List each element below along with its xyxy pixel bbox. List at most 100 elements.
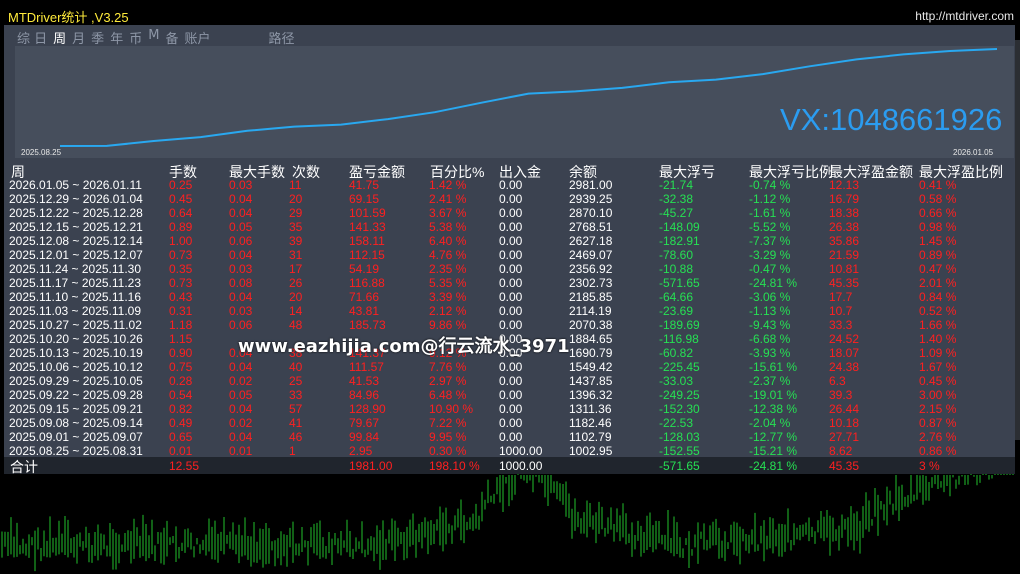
table-cell: 46: [289, 430, 303, 444]
table-cell: 2981.00: [569, 178, 613, 192]
table-row[interactable]: 2025.12.15 ~ 2025.12.21 0.89 0.05 35 141.33 5…: [9, 220, 1015, 234]
table-row[interactable]: 2025.12.29 ~ 2026.01.04 0.45 0.04 20 69.15 2.…: [9, 192, 1015, 206]
total-cell: -24.81 %: [749, 459, 798, 473]
table-cell: 0.45: [169, 192, 193, 206]
tab-m[interactable]: M: [147, 28, 160, 46]
table-cell: 35.86: [829, 234, 860, 248]
table-cell: -7.37 %: [749, 234, 791, 248]
weekly-stats-table: 周手数 最大手数 次数 盈亏金额 百分比% 出入金 余额 最大浮亏 最大浮亏比例 最大浮盈金额 最大…: [9, 162, 1015, 458]
table-row[interactable]: 2025.10.06 ~ 2025.10.12 0.75 0.04 40 111.57 7…: [9, 360, 1015, 374]
table-cell: 2.41 %: [429, 192, 467, 206]
table-cell: -128.03: [659, 430, 700, 444]
table-cell: 1.00: [169, 234, 193, 248]
table-cell: 2025.12.08 ~ 2025.12.14: [9, 234, 143, 248]
table-cell: 6.48 %: [429, 388, 467, 402]
table-cell: 0.84 %: [919, 290, 957, 304]
table-cell: 1002.95: [569, 444, 613, 458]
total-cell: 1000.00: [499, 459, 543, 473]
table-cell: 1102.79: [569, 430, 612, 444]
table-cell: 2.15 %: [919, 402, 957, 416]
table-cell: 1.67 %: [919, 360, 957, 374]
table-cell: 6.3: [829, 374, 846, 388]
table-cell: 0.00: [499, 402, 523, 416]
table-row[interactable]: 2025.09.08 ~ 2025.09.14 0.49 0.02 41 79.67 7.…: [9, 416, 1015, 430]
app-title: MTDriver统计 ,V3.25: [8, 10, 129, 25]
table-cell: 2.76 %: [919, 430, 957, 444]
table-cell: 0.06: [229, 234, 253, 248]
tab-path[interactable]: 路径: [267, 28, 295, 47]
table-cell: 35: [289, 220, 303, 234]
table-cell: 0.64: [169, 206, 193, 220]
table-cell: 0.73: [169, 276, 193, 290]
tab-year[interactable]: 年: [109, 28, 124, 47]
table-cell: 0.04: [229, 206, 253, 220]
table-row[interactable]: 2025.09.01 ~ 2025.09.07 0.65 0.04 46 99.84 9.…: [9, 430, 1015, 444]
table-cell: 2025.12.01 ~ 2025.12.07: [9, 248, 143, 262]
scrollbar-strip[interactable]: [1015, 40, 1020, 440]
tab-currency[interactable]: 币: [128, 28, 143, 47]
table-row[interactable]: 2025.09.15 ~ 2025.09.21 0.82 0.04 57 128.90 1…: [9, 402, 1015, 416]
table-cell: 3.00 %: [919, 388, 957, 402]
table-cell: -148.09: [659, 220, 700, 234]
table-row[interactable]: 2025.11.17 ~ 2025.11.23 0.73 0.08 26 116.88 5…: [9, 276, 1015, 290]
table-cell: 41: [289, 416, 303, 430]
table-cell: 2025.12.15 ~ 2025.12.21: [9, 220, 143, 234]
table-row[interactable]: 2025.12.22 ~ 2025.12.28 0.64 0.04 29 101.59 3…: [9, 206, 1015, 220]
table-cell: 0.05: [229, 388, 253, 402]
table-row[interactable]: 2025.09.22 ~ 2025.09.28 0.54 0.05 33 84.96 6.…: [9, 388, 1015, 402]
table-cell: 12.13: [829, 178, 860, 192]
table-cell: 0.45 %: [919, 374, 957, 388]
table-row[interactable]: 2025.11.03 ~ 2025.11.09 0.31 0.03 14 43.81 2.…: [9, 304, 1015, 318]
table-cell: 0.47 %: [919, 262, 957, 276]
table-cell: -10.88: [659, 262, 694, 276]
table-cell: 3.39 %: [429, 290, 467, 304]
tab-week[interactable]: 周: [52, 28, 67, 47]
table-row[interactable]: 2025.09.29 ~ 2025.10.05 0.28 0.02 25 41.53 2.…: [9, 374, 1015, 388]
table-row[interactable]: 2025.11.24 ~ 2025.11.30 0.35 0.03 17 54.19 2.…: [9, 262, 1015, 276]
table-cell: 0.52 %: [919, 304, 957, 318]
total-row: 合计 12.55 1981.00 198.10 % 1000.00 -571.65 -24.…: [4, 457, 1015, 475]
table-cell: 185.73: [349, 318, 386, 332]
tab-quarter[interactable]: 季: [90, 28, 105, 47]
table-cell: 0.00: [499, 374, 523, 388]
table-cell: -9.43 %: [749, 318, 791, 332]
table-row[interactable]: 2026.01.05 ~ 2026.01.11 0.25 0.03 11 41.75 1.…: [9, 178, 1015, 192]
table-cell: 2025.09.22 ~ 2025.09.28: [9, 388, 143, 402]
table-row[interactable]: 2025.12.08 ~ 2025.12.14 1.00 0.06 39 158.11 6…: [9, 234, 1015, 248]
table-row[interactable]: 2025.12.01 ~ 2025.12.07 0.73 0.04 31 112.15 4…: [9, 248, 1015, 262]
table-cell: 0.00: [499, 276, 523, 290]
table-row[interactable]: 2025.11.10 ~ 2025.11.16 0.43 0.04 20 71.66 3.…: [9, 290, 1015, 304]
table-cell: 0.00: [499, 220, 523, 234]
table-cell: 14: [289, 304, 303, 318]
table-cell: 0.01: [229, 444, 253, 458]
table-cell: -3.06 %: [749, 290, 791, 304]
table-cell: 0.03: [229, 262, 253, 276]
table-cell: 9.86 %: [429, 318, 467, 332]
tab-summary-day[interactable]: 综 日: [16, 28, 48, 47]
table-cell: 18.07: [829, 346, 860, 360]
table-cell: 0.08: [229, 276, 253, 290]
tab-account[interactable]: 账户: [183, 28, 211, 47]
equity-end-date: 2026.01.05: [953, 148, 994, 157]
total-cell: 1981.00: [349, 459, 393, 473]
table-cell: -1.61 %: [749, 206, 791, 220]
table-cell: 2356.92: [569, 262, 613, 276]
tab-month[interactable]: 月: [71, 28, 86, 47]
table-row[interactable]: 2025.08.25 ~ 2025.08.31 0.01 0.01 1 2.95 0.30…: [9, 444, 1015, 458]
table-cell: 2025.09.15 ~ 2025.09.21: [9, 402, 143, 416]
table-cell: 0.49: [169, 416, 193, 430]
table-cell: 2025.09.08 ~ 2025.09.14: [9, 416, 143, 430]
table-cell: 0.86 %: [919, 444, 957, 458]
table-cell: 0.65: [169, 430, 193, 444]
table-cell: -3.29 %: [749, 248, 791, 262]
website-link[interactable]: http://mtdriver.com: [915, 9, 1014, 23]
table-cell: 0.00: [499, 416, 523, 430]
table-cell: -3.93 %: [749, 346, 791, 360]
total-cell: 3 %: [919, 459, 940, 473]
table-cell: 45.35: [829, 276, 860, 290]
table-cell: 0.87 %: [919, 416, 957, 430]
table-row[interactable]: 2025.10.27 ~ 2025.11.02 1.18 0.06 48 185.73 9…: [9, 318, 1015, 332]
tab-note[interactable]: 备: [164, 28, 179, 47]
table-cell: 7.76 %: [429, 360, 467, 374]
table-header: 周手数 最大手数 次数 盈亏金额 百分比% 出入金 余额 最大浮亏 最大浮亏比例 最大浮盈金额 最大…: [9, 162, 1015, 180]
